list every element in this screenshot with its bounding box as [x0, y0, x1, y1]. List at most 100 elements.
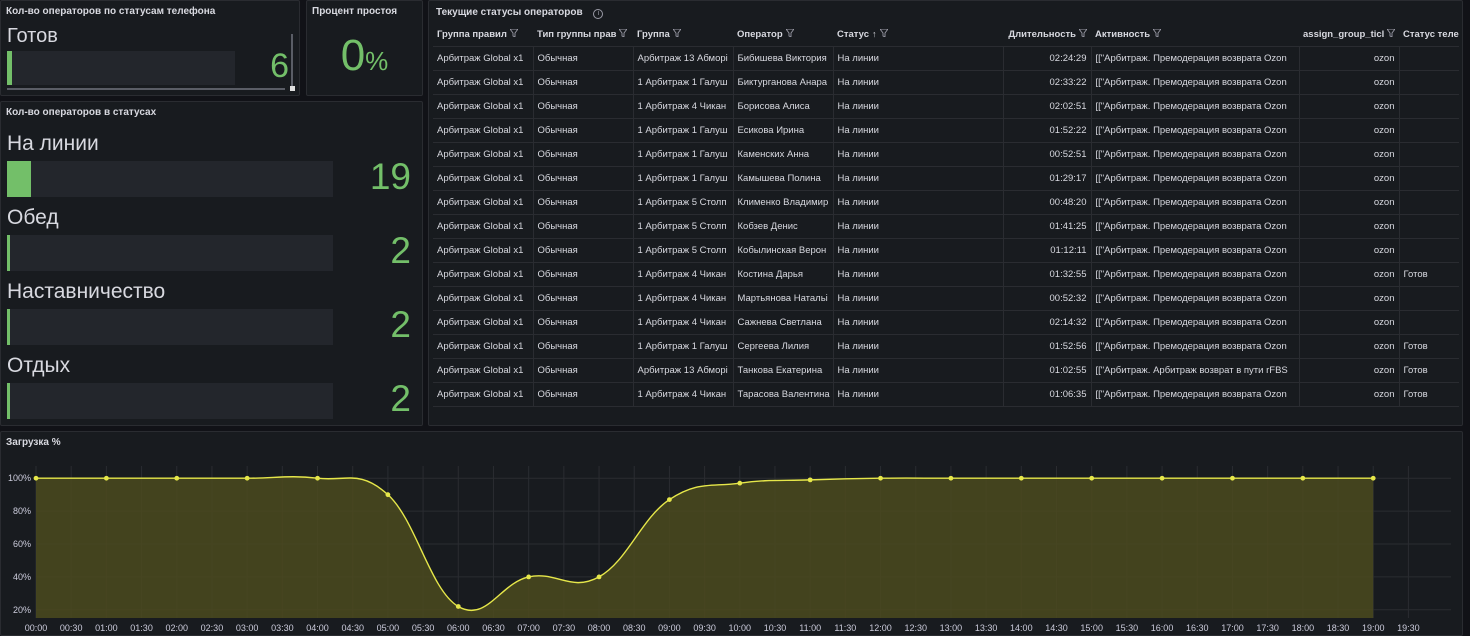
filter-icon[interactable] — [878, 28, 889, 39]
filter-icon[interactable] — [671, 28, 682, 39]
gauge-fill — [7, 51, 12, 85]
filter-icon[interactable] — [618, 28, 629, 39]
table-cell: На линии — [833, 358, 1004, 383]
column-header[interactable]: Группа правил — [433, 23, 533, 47]
column-header[interactable]: Статус теле — [1399, 23, 1459, 47]
table-cell: На линии — [833, 70, 1004, 95]
table-cell: 01:32:55 — [1003, 262, 1092, 287]
table-row[interactable]: Арбитраж Global x1 Обычная 1 Арбитраж 1 Га… — [433, 118, 1459, 143]
table-row[interactable]: Арбитраж Global x1 Обычная 1 Арбитраж 1 Га… — [433, 334, 1459, 359]
table-cell: ozon — [1299, 382, 1400, 407]
x-tick-label: 05:00 — [377, 623, 400, 633]
filter-icon[interactable] — [509, 28, 519, 39]
table-cell: Бибишева Виктория — [733, 46, 834, 71]
status-value: 6 — [270, 47, 289, 85]
table-row[interactable]: Арбитраж Global x1 Обычная 1 Арбитраж 5 Ст… — [433, 190, 1459, 215]
table-cell: На линии — [833, 310, 1004, 335]
table-cell: ozon — [1299, 238, 1400, 263]
gauge-track — [7, 51, 235, 85]
series-area — [36, 476, 1374, 618]
table-cell: ozon — [1299, 310, 1400, 335]
table-row[interactable]: Арбитраж Global x1 Обычная 1 Арбитраж 4 Чи… — [433, 382, 1459, 407]
data-point — [385, 492, 391, 498]
status-item-label: Наставничество — [7, 280, 166, 303]
table-row[interactable]: Арбитраж Global x1 Обычная 1 Арбитраж 4 Чи… — [433, 286, 1459, 311]
table-cell: 01:41:25 — [1003, 214, 1092, 239]
filter-icon[interactable] — [1386, 28, 1397, 39]
column-header-label: Статус теле — [1403, 29, 1459, 40]
idle-unit: % — [365, 46, 389, 76]
table-row[interactable]: Арбитраж Global x1 Обычная 1 Арбитраж 5 Ст… — [433, 214, 1459, 239]
scrollbar-h[interactable] — [7, 88, 285, 90]
table-row[interactable]: Арбитраж Global x1 Обычная 1 Арбитраж 1 Га… — [433, 142, 1459, 167]
sort-asc-icon[interactable]: ↑ — [872, 29, 877, 39]
table-cell: ozon — [1299, 142, 1400, 167]
column-header-label: Тип группы прав — [537, 29, 617, 40]
info-icon[interactable]: i — [593, 9, 604, 19]
table-cell — [1399, 310, 1459, 335]
table-row[interactable]: Арбитраж Global x1 Обычная 1 Арбитраж 4 Чи… — [433, 262, 1459, 287]
column-header[interactable]: Статус ↑ — [833, 23, 1003, 47]
table-cell: 1 Арбитраж 5 Столп — [633, 214, 734, 239]
filter-icon[interactable] — [1152, 28, 1163, 39]
x-tick-label: 00:30 — [60, 623, 83, 633]
table-row[interactable]: Арбитраж Global x1 Обычная 1 Арбитраж 1 Га… — [433, 166, 1459, 191]
table-row[interactable]: Арбитраж Global x1 Обычная Арбитраж 13 Абм… — [433, 358, 1459, 383]
table-cell: Обычная — [533, 118, 634, 143]
table-cell: [["Арбитраж. Премодерация возврата Ozon — [1091, 310, 1300, 335]
table-cell: Арбитраж Global x1 — [433, 334, 534, 359]
data-point — [526, 574, 532, 580]
table-cell: Арбитраж Global x1 — [433, 238, 534, 263]
table-cell: Биктурганова Анара — [733, 70, 834, 95]
table-cell — [1399, 46, 1459, 71]
column-header[interactable]: assign_group_ticl — [1299, 23, 1399, 47]
x-tick-label: 15:00 — [1080, 623, 1103, 633]
x-tick-label: 13:00 — [940, 623, 963, 633]
x-tick-label: 16:30 — [1186, 623, 1209, 633]
status-item-value: 2 — [390, 304, 411, 345]
column-header[interactable]: Группа — [633, 23, 733, 47]
table-viewport[interactable]: Группа правил Тип группы прав Группа Операт… — [433, 23, 1459, 417]
column-header[interactable]: Активность — [1091, 23, 1299, 47]
column-header-label: Статус — [837, 29, 870, 40]
scrollbar-v[interactable] — [291, 34, 293, 88]
table-row[interactable]: Арбитраж Global x1 Обычная 1 Арбитраж 5 Ст… — [433, 238, 1459, 263]
column-header-label: assign_group_ticl — [1303, 29, 1385, 40]
x-tick-label: 04:30 — [341, 623, 364, 633]
table-cell: [["Арбитраж. Премодерация возврата Ozon — [1091, 118, 1300, 143]
column-header[interactable]: Оператор — [733, 23, 833, 47]
y-tick-label: 100% — [8, 473, 31, 483]
status-item-value: 2 — [390, 230, 411, 271]
table-cell: 01:52:22 — [1003, 118, 1092, 143]
table-cell: Обычная — [533, 238, 634, 263]
table-cell: Арбитраж Global x1 — [433, 358, 534, 383]
filter-icon[interactable] — [1078, 28, 1088, 39]
table-row[interactable]: Арбитраж Global x1 Обычная Арбитраж 13 Абм… — [433, 46, 1459, 71]
table-row[interactable]: Арбитраж Global x1 Обычная 1 Арбитраж 1 Га… — [433, 70, 1459, 95]
column-header[interactable]: Тип группы прав — [533, 23, 633, 47]
data-point — [1018, 475, 1024, 481]
column-header-label: Группа — [637, 29, 670, 40]
table-cell: 01:12:11 — [1003, 238, 1092, 263]
table-row[interactable]: Арбитраж Global x1 Обычная 1 Арбитраж 4 Чи… — [433, 94, 1459, 119]
table-cell: Арбитраж Global x1 — [433, 118, 534, 143]
table-cell: Обычная — [533, 214, 634, 239]
column-header[interactable]: Длительность — [1003, 23, 1091, 47]
x-tick-label: 09:30 — [693, 623, 716, 633]
filter-icon[interactable] — [784, 28, 795, 39]
table-cell: На линии — [833, 334, 1004, 359]
table-cell: 1 Арбитраж 1 Галуш — [633, 70, 734, 95]
load-chart[interactable]: 00:00 00:30 01:00 01:30 02:00 02:30 03:00 03:30… — [1, 432, 1462, 635]
table-row[interactable]: Арбитраж Global x1 Обычная 1 Арбитраж 4 Чи… — [433, 310, 1459, 335]
x-tick-label: 08:00 — [588, 623, 611, 633]
data-point — [1089, 475, 1095, 481]
table-cell: Арбитраж Global x1 — [433, 70, 534, 95]
table-cell: 00:52:32 — [1003, 286, 1092, 311]
table-cell: Кобылинская Верон — [733, 238, 834, 263]
x-tick-label: 19:00 — [1362, 623, 1385, 633]
status-item-label: Отдых — [7, 354, 71, 377]
resize-handle[interactable] — [290, 86, 295, 91]
table-cell: Обычная — [533, 382, 634, 407]
panel-load-chart: Загрузка % 00:00 00:30 01:00 01:30 02:00 02:3… — [0, 431, 1463, 636]
table-cell — [1399, 142, 1459, 167]
